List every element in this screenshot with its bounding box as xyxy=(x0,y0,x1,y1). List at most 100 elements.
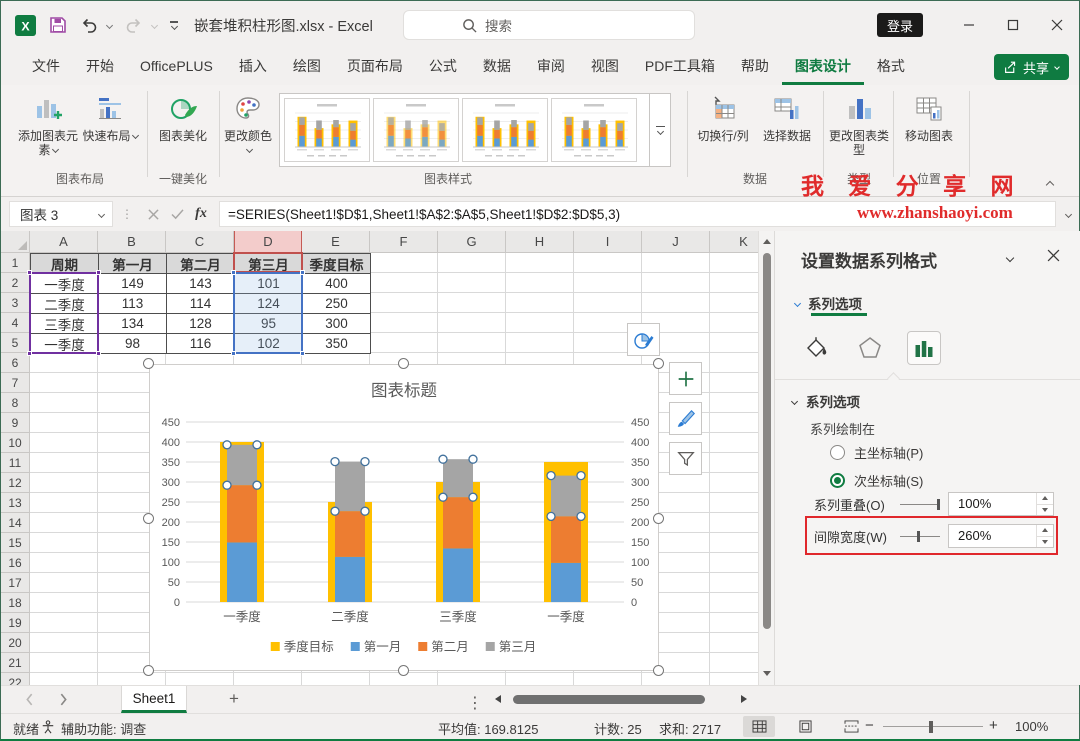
zoom-in-button[interactable]: + xyxy=(989,717,998,734)
menu-tab-10[interactable]: PDF工具箱 xyxy=(632,49,728,85)
menu-tab-12[interactable]: 图表设计 xyxy=(782,49,864,85)
new-sheet-button[interactable]: + xyxy=(229,689,239,709)
menu-tab-7[interactable]: 数据 xyxy=(470,49,524,85)
undo-dropdown-icon[interactable] xyxy=(106,21,113,28)
column-header-H[interactable]: H xyxy=(506,231,574,253)
row-header-13[interactable]: 13 xyxy=(1,493,30,513)
scroll-down-icon[interactable] xyxy=(763,671,771,676)
table-cell[interactable]: 102 xyxy=(235,334,303,354)
maximize-button[interactable] xyxy=(991,1,1035,49)
table-cell[interactable]: 101 xyxy=(235,274,303,294)
gap-width-input[interactable]: 260% xyxy=(948,524,1054,548)
page-break-view-button[interactable] xyxy=(835,716,867,737)
table-header-cell[interactable]: 季度目标 xyxy=(303,254,371,274)
menu-tab-13[interactable]: 格式 xyxy=(864,49,918,85)
chart-style-thumbnail-1[interactable] xyxy=(284,98,370,162)
panel-dropdown-icon[interactable] xyxy=(1006,254,1014,262)
chart-resize-handle[interactable] xyxy=(143,513,154,524)
table-header-cell[interactable]: 第二月 xyxy=(167,254,235,274)
horizontal-scrollbar-thumb[interactable] xyxy=(513,695,705,704)
scroll-left-icon[interactable] xyxy=(495,695,501,703)
name-box[interactable]: 图表 3 xyxy=(9,201,113,227)
row-header-3[interactable]: 3 xyxy=(1,293,30,313)
vertical-scrollbar[interactable] xyxy=(758,231,774,685)
table-cell[interactable]: 300 xyxy=(303,314,371,334)
fill-line-icon[interactable] xyxy=(799,331,833,365)
table-cell[interactable]: 三季度 xyxy=(31,314,99,334)
table-cell[interactable]: 一季度 xyxy=(31,334,99,354)
column-header-C[interactable]: C xyxy=(166,231,234,253)
row-header-2[interactable]: 2 xyxy=(1,273,30,293)
close-button[interactable] xyxy=(1035,1,1079,49)
share-button[interactable]: 共享 xyxy=(994,54,1069,80)
row-header-17[interactable]: 17 xyxy=(1,573,30,593)
column-header-G[interactable]: G xyxy=(438,231,506,253)
previous-sheet-button[interactable] xyxy=(25,693,34,706)
zoom-level[interactable]: 100% xyxy=(1015,719,1048,734)
chart-resize-handle[interactable] xyxy=(653,358,664,369)
table-cell[interactable]: 350 xyxy=(303,334,371,354)
column-header-D[interactable]: D xyxy=(234,231,302,253)
chart-resize-handle[interactable] xyxy=(398,665,409,676)
row-header-7[interactable]: 7 xyxy=(1,373,30,393)
chart[interactable]: 0050501001001501502002002502503003003503… xyxy=(149,364,659,671)
sheet-tab-options[interactable]: ⋮ xyxy=(467,693,483,713)
tab-series-options[interactable]: 系列选项 xyxy=(795,293,862,313)
customize-toolbar-button[interactable] xyxy=(170,21,178,29)
secondary-axis-option[interactable]: 次坐标轴(S) xyxy=(830,471,923,490)
normal-view-button[interactable] xyxy=(743,716,775,737)
search-box[interactable]: 搜索 xyxy=(403,10,695,40)
series-options-section-header[interactable]: 系列选项 xyxy=(792,391,860,411)
expand-formula-bar-icon[interactable] xyxy=(1065,210,1072,217)
save-button[interactable] xyxy=(49,16,67,34)
row-header-5[interactable]: 5 xyxy=(1,333,30,353)
vertical-scrollbar-thumb[interactable] xyxy=(763,253,771,629)
chart-beautify-floating-button[interactable] xyxy=(627,323,660,356)
column-header-I[interactable]: I xyxy=(574,231,642,253)
page-layout-view-button[interactable] xyxy=(789,716,821,737)
chart-filters-button[interactable] xyxy=(669,442,702,475)
primary-axis-option[interactable]: 主坐标轴(P) xyxy=(830,443,923,462)
row-header-11[interactable]: 11 xyxy=(1,453,30,473)
spin-up-icon[interactable] xyxy=(1037,525,1053,536)
redo-dropdown-icon[interactable] xyxy=(151,21,158,28)
table-cell[interactable]: 400 xyxy=(303,274,371,294)
quick-layout-button[interactable]: 快速布局 xyxy=(79,87,141,143)
row-header-10[interactable]: 10 xyxy=(1,433,30,453)
zoom-slider[interactable] xyxy=(883,726,983,727)
column-header-F[interactable]: F xyxy=(370,231,438,253)
column-header-K[interactable]: K xyxy=(710,231,758,253)
menu-tab-11[interactable]: 帮助 xyxy=(728,49,782,85)
row-header-15[interactable]: 15 xyxy=(1,533,30,553)
row-header-4[interactable]: 4 xyxy=(1,313,30,333)
spin-down-icon[interactable] xyxy=(1037,536,1053,548)
row-header-22[interactable]: 22 xyxy=(1,673,30,685)
row-header-18[interactable]: 18 xyxy=(1,593,30,613)
row-header-21[interactable]: 21 xyxy=(1,653,30,673)
row-header-19[interactable]: 19 xyxy=(1,613,30,633)
change-chart-type-button[interactable]: 更改图表类型 xyxy=(827,87,891,157)
chart-beautify-button[interactable]: 图表美化 xyxy=(151,87,215,143)
table-cell[interactable]: 250 xyxy=(303,294,371,314)
column-header-B[interactable]: B xyxy=(98,231,166,253)
table-cell[interactable]: 149 xyxy=(99,274,167,294)
series-overlap-input[interactable]: 100% xyxy=(948,492,1054,516)
table-cell[interactable]: 95 xyxy=(235,314,303,334)
chart-style-thumbnail-3[interactable] xyxy=(462,98,548,162)
chart-resize-handle[interactable] xyxy=(143,358,154,369)
row-header-6[interactable]: 6 xyxy=(1,353,30,373)
insert-function-button[interactable]: fx xyxy=(189,206,213,222)
chart-resize-handle[interactable] xyxy=(653,513,664,524)
menu-tab-8[interactable]: 审阅 xyxy=(524,49,578,85)
table-cell[interactable]: 124 xyxy=(235,294,303,314)
column-header-A[interactable]: A xyxy=(30,231,98,253)
table-cell[interactable]: 114 xyxy=(167,294,235,314)
select-data-button[interactable]: 选择数据 xyxy=(755,87,819,143)
gap-width-slider[interactable] xyxy=(900,529,940,543)
chart-resize-handle[interactable] xyxy=(653,665,664,676)
scroll-up-icon[interactable] xyxy=(763,239,771,244)
menu-tab-1[interactable]: 开始 xyxy=(73,49,127,85)
minimize-button[interactable] xyxy=(947,1,991,49)
undo-button[interactable] xyxy=(80,16,98,34)
chart-style-thumbnail-4[interactable] xyxy=(551,98,637,162)
